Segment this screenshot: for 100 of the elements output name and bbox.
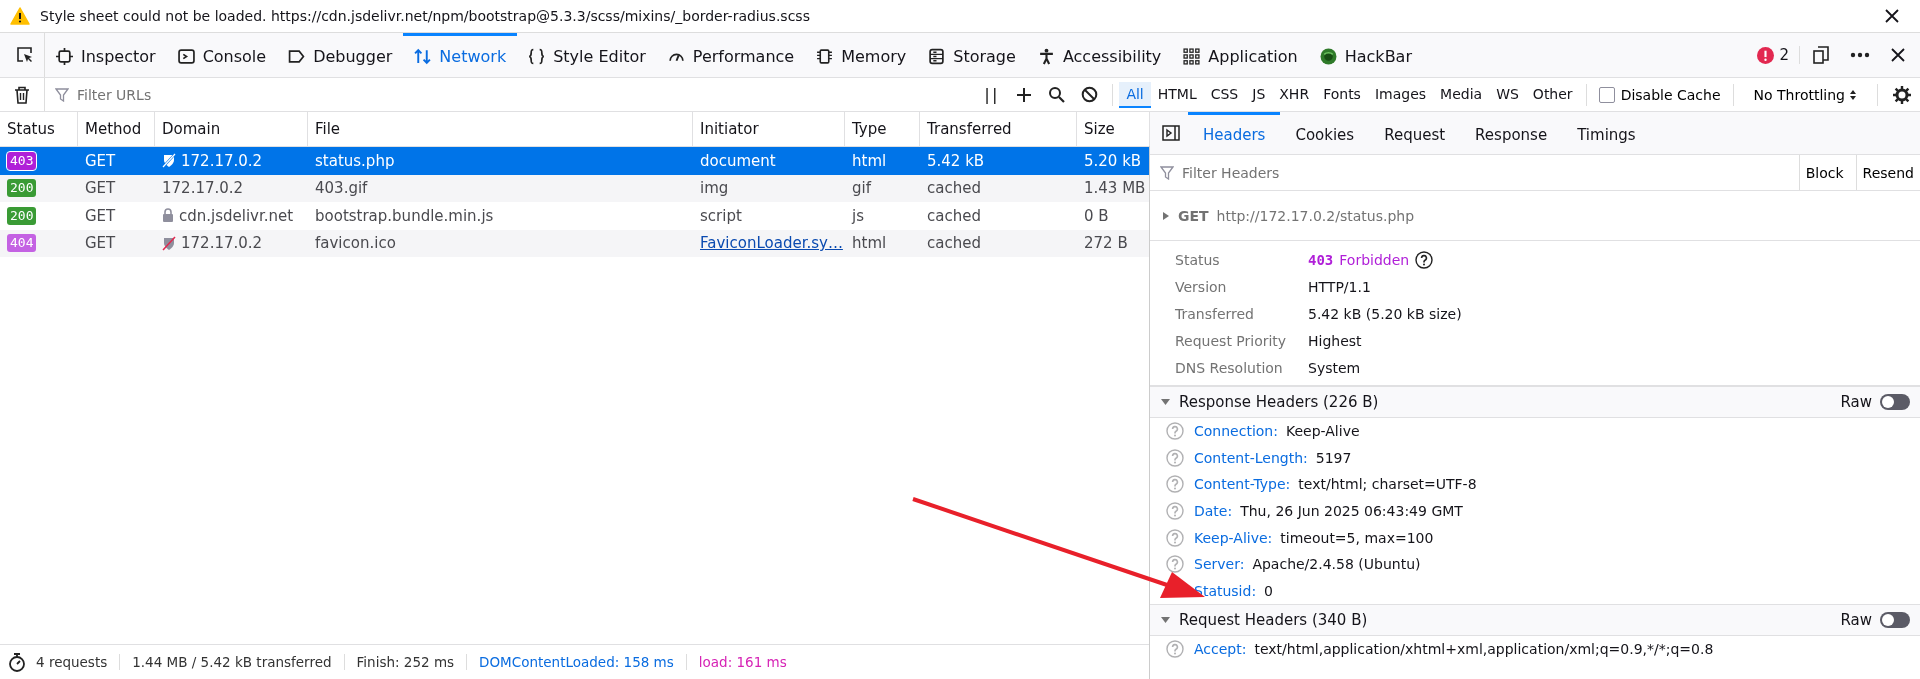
column-header[interactable]: File [308,112,693,146]
type-filter-button[interactable]: Fonts [1316,81,1368,108]
table-cell-text: 1.43 MB [1083,178,1147,200]
type-filter-button[interactable]: Images [1367,81,1434,108]
request-row[interactable]: 404 GET 172.17.0.2 favicon.ico FaviconLoader.sy… html cached 272 B [0,229,1149,257]
type-filter-button[interactable]: Media [1433,81,1490,108]
table-cell-text: 403.gif [314,178,369,200]
type-filter-button[interactable]: XHR [1272,81,1317,108]
section-title[interactable]: Response Headers (226 B) [1179,393,1833,411]
tool-tab[interactable]: Storage [917,33,1027,77]
help-icon[interactable] [1415,251,1434,269]
type-filter-button[interactable]: All [1119,81,1151,108]
request-row[interactable]: 403 GET 172.17.0.2 status.php document html 5.42 kB 5.20 kB [0,147,1149,175]
summary-label: Status [1175,251,1221,270]
inspector-icon [56,48,73,65]
status-bar-item: DOMContentLoaded: 158 ms [466,654,686,670]
column-header[interactable]: Method [78,112,155,146]
header-value: text/html; charset=UTF-8 [1298,476,1477,493]
column-header[interactable]: Type [845,112,920,146]
network-icon [414,48,432,65]
details-tab[interactable]: Response [1460,112,1563,154]
pause-button[interactable]: | | [972,85,1009,104]
notification-message: Style sheet could not be loaded. https://cdn.jsdelivr.net/npm/bootstrap@5.3.3/scss/mixins/_border-radius.scss [40,8,811,24]
request-row[interactable]: 200 GET 172.17.0.2 403.gif img gif cached 1.43 MB [0,174,1149,202]
tool-tab[interactable]: Console [166,33,278,77]
column-header[interactable]: Status [0,112,78,146]
braces-icon [528,48,546,65]
details-tab[interactable]: Headers [1188,112,1281,154]
header-value: Thu, 26 Jun 2025 06:43:49 GMT [1240,503,1463,520]
request-url: http://172.17.0.2/status.php [1216,207,1415,224]
type-filter-button[interactable]: Other [1525,81,1580,108]
table-cell: cdn.jsdelivr.net [162,206,294,225]
console-icon [177,48,195,65]
tool-tab[interactable]: Application [1172,33,1309,77]
tool-tab[interactable]: Performance [656,33,806,77]
updown-caret-icon [1849,88,1857,101]
table-cell-text: cached [926,205,982,227]
header-action-button[interactable]: Resend [1855,155,1920,190]
header-value: 0 [1264,582,1274,599]
table-cell-text: cached [926,233,982,255]
chip-icon [816,48,834,65]
raw-toggle[interactable] [1880,612,1910,629]
column-header[interactable]: Initiator [693,112,845,146]
summary-label: Version [1175,278,1228,297]
status-bar-item: load: 161 ms [685,654,799,670]
grid-icon [1183,48,1201,65]
tool-tab[interactable]: Network [403,33,518,77]
summary-value: Highest [1308,332,1363,351]
checkbox[interactable] [1598,86,1615,103]
header-name: Content-Type: [1194,476,1291,493]
error-count[interactable]: 2 [1747,46,1800,64]
table-cell-text: js [850,205,865,227]
header-action-button[interactable]: Block [1798,155,1850,190]
table-cell-text: GET [84,205,117,227]
section-triangle-icon[interactable] [1160,616,1171,625]
header-name: Statusid: [1194,582,1257,599]
table-cell-text: 272 B [1083,233,1129,255]
raw-label: Raw [1840,611,1872,630]
header-value: Keep-Alive [1285,423,1360,440]
summary-value: HTTP/1.1 [1308,278,1372,297]
status-badge: 200 [7,206,37,225]
details-tab[interactable]: Cookies [1280,112,1370,154]
tool-tab[interactable]: Inspector [45,33,167,77]
storage-icon [928,48,946,65]
warning-icon [10,7,30,25]
initiator-link[interactable]: FaviconLoader.sy… [700,234,843,253]
table-cell: 172.17.0.2 [162,234,263,253]
tool-tab[interactable]: Style Editor [517,33,657,77]
filter-urls-field[interactable]: Filter URLs [75,85,973,104]
tool-tab[interactable]: Accessibility [1026,33,1173,77]
throttling-dropdown[interactable]: No Throttling [1739,86,1871,103]
column-header[interactable]: Transferred [920,112,1077,146]
section-title[interactable]: Request Headers (340 B) [1179,611,1833,630]
table-cell-text: img [699,178,730,200]
raw-toggle[interactable] [1880,394,1910,410]
filter-headers-field[interactable]: Filter Headers [1180,163,1793,182]
element-picker-icon[interactable] [16,46,34,64]
table-cell-text: html [851,233,888,255]
tool-tab[interactable]: HackBar [1308,33,1423,77]
type-filter-button[interactable]: WS [1489,81,1526,108]
header-name: Connection: [1194,423,1278,440]
filter-icon [55,87,69,102]
header-name: Accept: [1194,641,1247,658]
expand-triangle-icon[interactable] [1162,210,1170,221]
tool-tab[interactable]: Memory [805,33,918,77]
summary-label: Transferred [1175,305,1255,324]
section-triangle-icon[interactable] [1160,398,1171,406]
details-tab[interactable]: Timings [1562,112,1651,154]
disable-cache-checkbox[interactable]: Disable Cache [1592,86,1727,103]
status-code: 403 [1308,251,1334,270]
type-filter-button[interactable]: CSS [1203,81,1246,108]
request-row[interactable]: 200 GET cdn.jsdelivr.net bootstrap.bundle.min.js script js cached 0 B [0,202,1149,230]
type-filter-button[interactable]: JS [1245,81,1273,108]
column-header[interactable]: Domain [155,112,308,146]
type-filter-button[interactable]: HTML [1150,81,1204,108]
status-text: Forbidden [1339,251,1410,270]
table-cell-text: script [699,205,743,227]
header-name: Server: [1194,556,1245,573]
tool-tab[interactable]: Debugger [277,33,404,77]
details-tab[interactable]: Request [1369,112,1461,154]
